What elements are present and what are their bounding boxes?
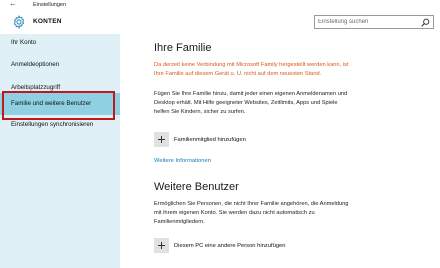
- plus-icon: [154, 132, 169, 147]
- window-title: Einstellungen: [33, 2, 67, 8]
- sidebar: Ihr Konto Anmeldeoptionen Arbeitsplatzzu…: [0, 34, 120, 268]
- sidebar-item-familie[interactable]: Familie und weitere Benutzer: [0, 93, 120, 115]
- sidebar-item-synchronisieren[interactable]: Einstellungen synchronisieren: [0, 114, 120, 136]
- more-info-link[interactable]: Weitere Informationen: [154, 158, 211, 164]
- search-input[interactable]: [318, 17, 418, 27]
- search-icon[interactable]: [421, 18, 430, 27]
- gear-icon: [13, 15, 25, 29]
- add-family-member-label: Familienmitglied hinzufügen: [174, 136, 246, 143]
- main-content: Ihre Familie Da derzeit keine Verbindung…: [120, 34, 440, 268]
- family-warning: Da derzeit keine Verbindung mit Microsof…: [154, 62, 349, 77]
- add-other-person-label: Diesem PC eine andere Person hinzufügen: [174, 242, 286, 249]
- add-other-person-button[interactable]: Diesem PC eine andere Person hinzufügen: [154, 238, 286, 253]
- title-bar: ← Einstellungen: [0, 0, 440, 10]
- family-description: Fügen Sie Ihre Familie hinzu, damit jede…: [154, 91, 348, 115]
- sidebar-item-anmeldeoptionen[interactable]: Anmeldeoptionen: [0, 54, 120, 76]
- section-title: KONTEN: [33, 18, 62, 25]
- add-family-member-button[interactable]: Familienmitglied hinzufügen: [154, 132, 246, 147]
- search-box[interactable]: [314, 15, 434, 29]
- other-users-description: Ermöglichen Sie Personen, die nicht Ihre…: [154, 201, 349, 225]
- other-users-heading: Weitere Benutzer: [154, 181, 239, 193]
- back-arrow-icon[interactable]: ←: [9, 0, 17, 10]
- page-header: KONTEN: [0, 10, 440, 34]
- family-heading: Ihre Familie: [154, 42, 212, 54]
- sidebar-item-ihr-konto[interactable]: Ihr Konto: [0, 32, 120, 54]
- plus-icon: [154, 238, 169, 253]
